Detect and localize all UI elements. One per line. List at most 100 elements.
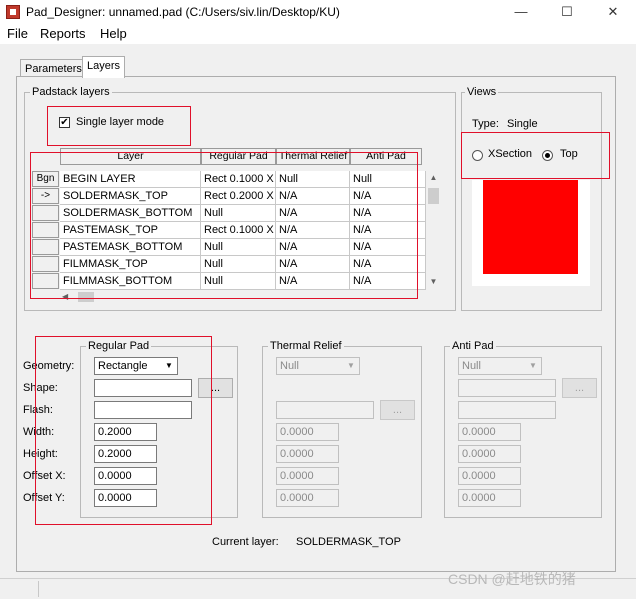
table-row[interactable]: FILMMASK_TOP Null N/A N/A [60, 256, 426, 273]
offset-x-label: Offset X: [23, 470, 66, 482]
menu-help[interactable]: Help [100, 26, 127, 41]
cell-layer[interactable]: PASTEMASK_TOP [60, 222, 201, 239]
flash-label: Flash: [23, 404, 53, 416]
column-header-regular-pad[interactable]: Regular Pad [201, 148, 276, 165]
anti-pad-offset-x-field[interactable]: 0.0000 [458, 467, 521, 485]
regular-pad-offset-y-field[interactable]: 0.0000 [94, 489, 157, 507]
row-header[interactable]: -> [32, 188, 59, 204]
vertical-scroll-thumb[interactable] [428, 188, 439, 204]
regular-pad-width-field[interactable]: 0.2000 [94, 423, 157, 441]
cell-thermal-relief[interactable]: N/A [276, 222, 350, 239]
grid-vertical-scrollbar[interactable]: ▲ ▼ [426, 171, 441, 290]
cell-layer[interactable]: FILMMASK_TOP [60, 256, 201, 273]
layers-grid: BEGIN LAYER Rect 0.1000 X Null Null SOLD… [60, 171, 426, 290]
title-bar: Pad_Designer: unnamed.pad (C:/Users/siv.… [0, 0, 636, 24]
grid-horizontal-scrollbar[interactable]: ◀ [60, 290, 426, 304]
cell-layer[interactable]: PASTEMASK_BOTTOM [60, 239, 201, 256]
row-header[interactable] [32, 222, 59, 238]
table-row[interactable]: PASTEMASK_BOTTOM Null N/A N/A [60, 239, 426, 256]
horizontal-scroll-thumb[interactable] [78, 292, 94, 302]
regular-pad-shape-browse-button[interactable]: ... [198, 378, 233, 398]
cell-regular-pad[interactable]: Null [201, 205, 276, 222]
chevron-down-icon[interactable]: ▼ [526, 359, 540, 373]
column-header-thermal-relief[interactable]: Thermal Relief [276, 148, 350, 165]
regular-pad-geometry-select[interactable]: Rectangle ▼ [94, 357, 178, 375]
menu-bar: File Reports Help [0, 24, 636, 44]
table-row[interactable]: SOLDERMASK_BOTTOM Null N/A N/A [60, 205, 426, 222]
cell-anti-pad[interactable]: Null [350, 171, 426, 188]
thermal-relief-flash-browse-button[interactable]: ... [380, 400, 415, 420]
tab-layers[interactable]: Layers [82, 56, 126, 78]
current-layer-label: Current layer: [212, 536, 279, 548]
cell-regular-pad[interactable]: Rect 0.1000 X [201, 171, 276, 188]
scroll-up-icon[interactable]: ▲ [426, 173, 441, 182]
cell-anti-pad[interactable]: N/A [350, 273, 426, 290]
cell-regular-pad[interactable]: Null [201, 256, 276, 273]
type-label: Type: [472, 118, 499, 130]
menu-file[interactable]: File [7, 26, 28, 41]
regular-pad-shape-field[interactable] [94, 379, 192, 397]
anti-pad-width-field[interactable]: 0.0000 [458, 423, 521, 441]
cell-anti-pad[interactable]: N/A [350, 222, 426, 239]
chevron-down-icon[interactable]: ▼ [344, 359, 358, 373]
thermal-relief-offset-y-field[interactable]: 0.0000 [276, 489, 339, 507]
single-layer-mode-label[interactable]: Single layer mode [76, 116, 164, 128]
row-header[interactable] [32, 205, 59, 221]
row-header[interactable] [32, 239, 59, 255]
cell-regular-pad[interactable]: Rect 0.1000 X [201, 222, 276, 239]
close-button[interactable]: ✕ [590, 0, 636, 24]
cell-regular-pad[interactable]: Rect 0.2000 X [201, 188, 276, 205]
top-label[interactable]: Top [560, 148, 578, 160]
table-row[interactable]: SOLDERMASK_TOP Rect 0.2000 X N/A N/A [60, 188, 426, 205]
row-header[interactable] [32, 256, 59, 272]
minimize-button[interactable]: — [498, 0, 544, 24]
scroll-left-icon[interactable]: ◀ [62, 292, 68, 301]
cell-thermal-relief[interactable]: N/A [276, 188, 350, 205]
xsection-label[interactable]: XSection [488, 148, 532, 160]
cell-anti-pad[interactable]: N/A [350, 239, 426, 256]
regular-pad-flash-field[interactable] [94, 401, 192, 419]
chevron-down-icon[interactable]: ▼ [162, 359, 176, 373]
table-row[interactable]: FILMMASK_BOTTOM Null N/A N/A [60, 273, 426, 290]
table-row[interactable]: PASTEMASK_TOP Rect 0.1000 X N/A N/A [60, 222, 426, 239]
anti-pad-offset-y-field[interactable]: 0.0000 [458, 489, 521, 507]
cell-regular-pad[interactable]: Null [201, 273, 276, 290]
thermal-relief-width-field[interactable]: 0.0000 [276, 423, 339, 441]
cell-thermal-relief[interactable]: N/A [276, 273, 350, 290]
row-header[interactable]: Bgn [32, 171, 59, 187]
regular-pad-offset-x-field[interactable]: 0.0000 [94, 467, 157, 485]
cell-thermal-relief[interactable]: N/A [276, 239, 350, 256]
regular-pad-height-field[interactable]: 0.2000 [94, 445, 157, 463]
menu-reports[interactable]: Reports [40, 26, 86, 41]
cell-thermal-relief[interactable]: N/A [276, 256, 350, 273]
column-header-anti-pad[interactable]: Anti Pad [350, 148, 422, 165]
anti-pad-flash-field[interactable] [458, 401, 556, 419]
table-row[interactable]: BEGIN LAYER Rect 0.1000 X Null Null [60, 171, 426, 188]
top-radio[interactable] [542, 150, 553, 161]
thermal-relief-geometry-select[interactable]: Null ▼ [276, 357, 360, 375]
cell-anti-pad[interactable]: N/A [350, 205, 426, 222]
shape-label: Shape: [23, 382, 58, 394]
cell-thermal-relief[interactable]: Null [276, 171, 350, 188]
anti-pad-geometry-select[interactable]: Null ▼ [458, 357, 542, 375]
single-layer-mode-checkbox[interactable]: ✔ [59, 117, 70, 128]
thermal-relief-height-field[interactable]: 0.0000 [276, 445, 339, 463]
cell-layer[interactable]: SOLDERMASK_TOP [60, 188, 201, 205]
cell-regular-pad[interactable]: Null [201, 239, 276, 256]
cell-layer[interactable]: FILMMASK_BOTTOM [60, 273, 201, 290]
cell-layer[interactable]: BEGIN LAYER [60, 171, 201, 188]
cell-layer[interactable]: SOLDERMASK_BOTTOM [60, 205, 201, 222]
cell-anti-pad[interactable]: N/A [350, 256, 426, 273]
maximize-button[interactable]: ☐ [544, 0, 590, 24]
row-header[interactable] [32, 273, 59, 289]
anti-pad-shape-browse-button[interactable]: ... [562, 378, 597, 398]
scroll-down-icon[interactable]: ▼ [426, 277, 441, 286]
column-header-layer[interactable]: Layer [60, 148, 201, 165]
cell-anti-pad[interactable]: N/A [350, 188, 426, 205]
cell-thermal-relief[interactable]: N/A [276, 205, 350, 222]
anti-pad-shape-field[interactable] [458, 379, 556, 397]
thermal-relief-offset-x-field[interactable]: 0.0000 [276, 467, 339, 485]
thermal-relief-flash-field[interactable] [276, 401, 374, 419]
xsection-radio[interactable] [472, 150, 483, 161]
anti-pad-height-field[interactable]: 0.0000 [458, 445, 521, 463]
